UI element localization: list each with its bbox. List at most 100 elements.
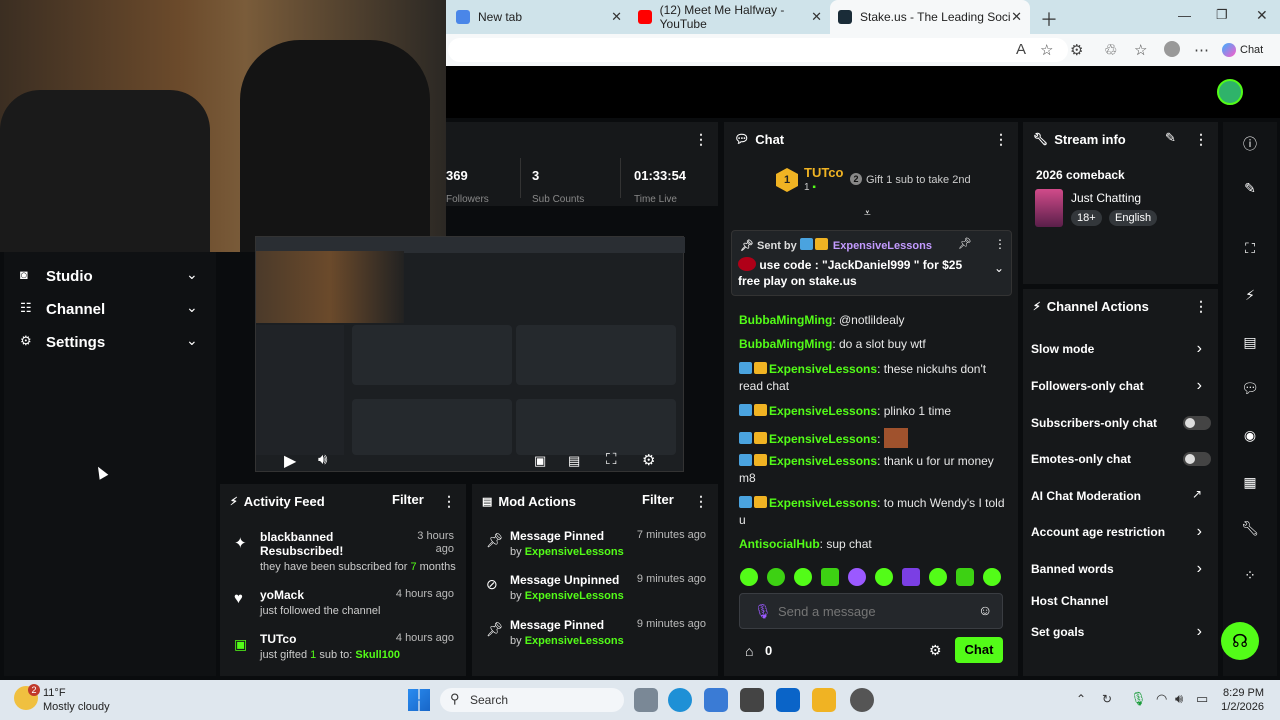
stream-tag[interactable]: English <box>1109 210 1158 226</box>
tab-youtube[interactable]: (12) Meet Me Halfway - YouTube ✕ <box>630 0 830 34</box>
channel-actions-menu-icon[interactable]: ⋮ <box>1194 298 1208 315</box>
action-account-age[interactable]: Account age restriction › <box>1023 523 1218 543</box>
chat-username[interactable]: BubbaMingMing <box>739 337 832 351</box>
screen-capture-icon[interactable]: ⛶ <box>1241 240 1259 258</box>
user-avatar[interactable] <box>1217 79 1243 105</box>
pinned-user[interactable]: ExpensiveLessons <box>833 240 932 252</box>
tab-stake[interactable]: Stake.us - The Leading Social Casi ✕ <box>830 0 1030 34</box>
action-followers-only[interactable]: Followers-only chat › <box>1023 377 1218 397</box>
edit-pencil-icon[interactable]: ✎ <box>1165 130 1176 146</box>
emoji-icon[interactable]: ☺ <box>978 602 992 618</box>
mod-user-link[interactable]: ExpensiveLessons <box>525 635 624 647</box>
pencil-icon[interactable]: ✎ <box>1241 180 1259 198</box>
url-field[interactable] <box>448 38 1068 62</box>
app-icon[interactable] <box>740 688 764 712</box>
clock-time[interactable]: 8:29 PM <box>1222 687 1264 699</box>
chat-username[interactable]: BubbaMingMing <box>739 313 832 327</box>
emote-icon[interactable] <box>794 568 812 586</box>
volume-icon[interactable]: 🔊︎ <box>1175 691 1183 707</box>
chat-message-input[interactable] <box>778 601 968 621</box>
activity-menu-icon[interactable]: ⋮ <box>442 493 456 510</box>
chat-username[interactable]: ExpensiveLessons <box>769 404 877 418</box>
microphone-icon[interactable]: 🎙︎ <box>1130 691 1147 707</box>
broadcast-icon[interactable]: ◉ <box>1241 427 1259 445</box>
send-chat-button[interactable]: Chat <box>955 637 1003 663</box>
chat-menu-icon[interactable]: ⋮ <box>994 131 1008 148</box>
info-icon[interactable]: ⓘ <box>1241 134 1259 152</box>
emote-icon[interactable] <box>929 568 947 586</box>
tab-new-tab[interactable]: New tab ✕ <box>448 0 630 34</box>
mod-user-link[interactable]: ExpensiveLessons <box>525 590 624 602</box>
emote-icon[interactable] <box>767 568 785 586</box>
read-aloud-icon[interactable]: A <box>1016 41 1026 58</box>
apps-icon[interactable]: ⁘ <box>1241 567 1259 585</box>
mod-menu-icon[interactable]: ⋮ <box>694 493 708 510</box>
stream-category[interactable]: Just Chatting <box>1071 191 1141 205</box>
close-tab-icon[interactable]: ✕ <box>811 9 822 25</box>
chat-username[interactable]: ExpensiveLessons <box>769 496 877 510</box>
fullscreen-icon[interactable]: ⛶ <box>606 451 617 468</box>
notes-icon[interactable]: ▤ <box>1241 334 1259 352</box>
emote-icon[interactable] <box>740 568 758 586</box>
store-icon[interactable] <box>704 688 728 712</box>
chat-username[interactable]: ExpensiveLessons <box>769 362 877 376</box>
more-menu-icon[interactable]: ⋯ <box>1194 41 1209 59</box>
sidebar-item-channel[interactable]: ☷ Channel ⌄ <box>4 297 216 323</box>
message-input-box[interactable]: 🎙︎ ☺ <box>739 593 1003 629</box>
new-tab-plus-icon[interactable]: ＋ <box>1040 6 1058 32</box>
action-ai-moderation[interactable]: AI Chat Moderation ↗ <box>1023 487 1218 507</box>
taskbar-search-box[interactable]: ⚲ Search <box>440 688 624 712</box>
weather-desc[interactable]: Mostly cloudy <box>43 701 110 713</box>
chevron-up-icon[interactable]: ⌃ <box>1076 692 1086 706</box>
emote-icon[interactable] <box>821 568 839 586</box>
microphone-icon[interactable]: 🎙︎ <box>754 603 772 620</box>
battery-icon[interactable]: ▭ <box>1196 691 1208 707</box>
weather-temp[interactable]: 11°F <box>43 687 66 699</box>
stream-info-menu-icon[interactable]: ⋮ <box>1194 131 1208 148</box>
store-icon[interactable]: ⌂ <box>745 643 753 659</box>
activity-filter-button[interactable]: Filter <box>392 492 424 507</box>
pinned-menu-icon[interactable]: ⋮ <box>994 237 1006 251</box>
steam-icon[interactable] <box>850 688 874 712</box>
support-headset-icon[interactable]: ☊ <box>1221 622 1259 660</box>
maximize-icon[interactable]: ❐ <box>1216 7 1228 23</box>
mod-user-link[interactable]: ExpensiveLessons <box>525 546 624 558</box>
pip-icon[interactable]: ▣ <box>534 453 546 469</box>
extensions-icon[interactable]: ⚙ <box>1070 41 1083 59</box>
clock-date[interactable]: 1/2/2026 <box>1216 701 1264 713</box>
copilot-chat-button[interactable]: Chat <box>1222 40 1276 60</box>
close-tab-icon[interactable]: ✕ <box>611 9 622 25</box>
settings-gear-icon[interactable]: ⚙ <box>642 451 655 469</box>
collapse-arrow-icon[interactable]: ⩡ <box>864 206 871 221</box>
layout-icon[interactable]: ▦ <box>1241 474 1259 492</box>
clip-icon[interactable]: ▤ <box>568 453 580 469</box>
action-host-channel[interactable]: Host Channel <box>1023 592 1218 612</box>
wifi-icon[interactable]: ◠ <box>1156 691 1167 707</box>
subscribers-only-toggle[interactable] <box>1183 416 1211 430</box>
task-view-icon[interactable] <box>634 688 658 712</box>
top-gifter-name[interactable]: TUTco <box>804 165 843 180</box>
profile-avatar-icon[interactable] <box>1164 41 1180 57</box>
activity-recipient-link[interactable]: Skull100 <box>355 649 400 661</box>
stream-preview[interactable]: ▶ 🔊︎ ▣ ▤ ⛶ ⚙ <box>255 236 685 472</box>
sidebar-item-settings[interactable]: ⚙ Settings ⌄ <box>4 330 216 356</box>
mod-filter-button[interactable]: Filter <box>642 492 674 507</box>
emote-icon[interactable] <box>875 568 893 586</box>
favorite-star-icon[interactable]: ☆ <box>1040 41 1053 59</box>
action-banned-words[interactable]: Banned words › <box>1023 560 1218 580</box>
chat-icon[interactable]: 💬︎ <box>1241 380 1259 398</box>
close-tab-icon[interactable]: ✕ <box>1011 9 1022 25</box>
minimize-icon[interactable]: — <box>1178 8 1191 23</box>
chat-settings-gear-icon[interactable]: ⚙ <box>929 642 942 659</box>
sidebar-item-studio[interactable]: ◙ Studio ⌄ <box>4 264 216 290</box>
outlook-icon[interactable] <box>776 688 800 712</box>
category-thumbnail[interactable] <box>1035 189 1063 227</box>
emote-icon[interactable] <box>902 568 920 586</box>
emote-icon[interactable] <box>983 568 1001 586</box>
chat-username[interactable]: AntisocialHub <box>739 537 820 551</box>
close-window-icon[interactable]: ✕ <box>1256 7 1268 24</box>
bolt-icon[interactable]: ⚡︎ <box>1241 287 1259 305</box>
edge-browser-icon[interactable] <box>668 688 692 712</box>
expand-chevron-icon[interactable]: ⌄ <box>994 261 1004 275</box>
emote-icon[interactable] <box>848 568 866 586</box>
